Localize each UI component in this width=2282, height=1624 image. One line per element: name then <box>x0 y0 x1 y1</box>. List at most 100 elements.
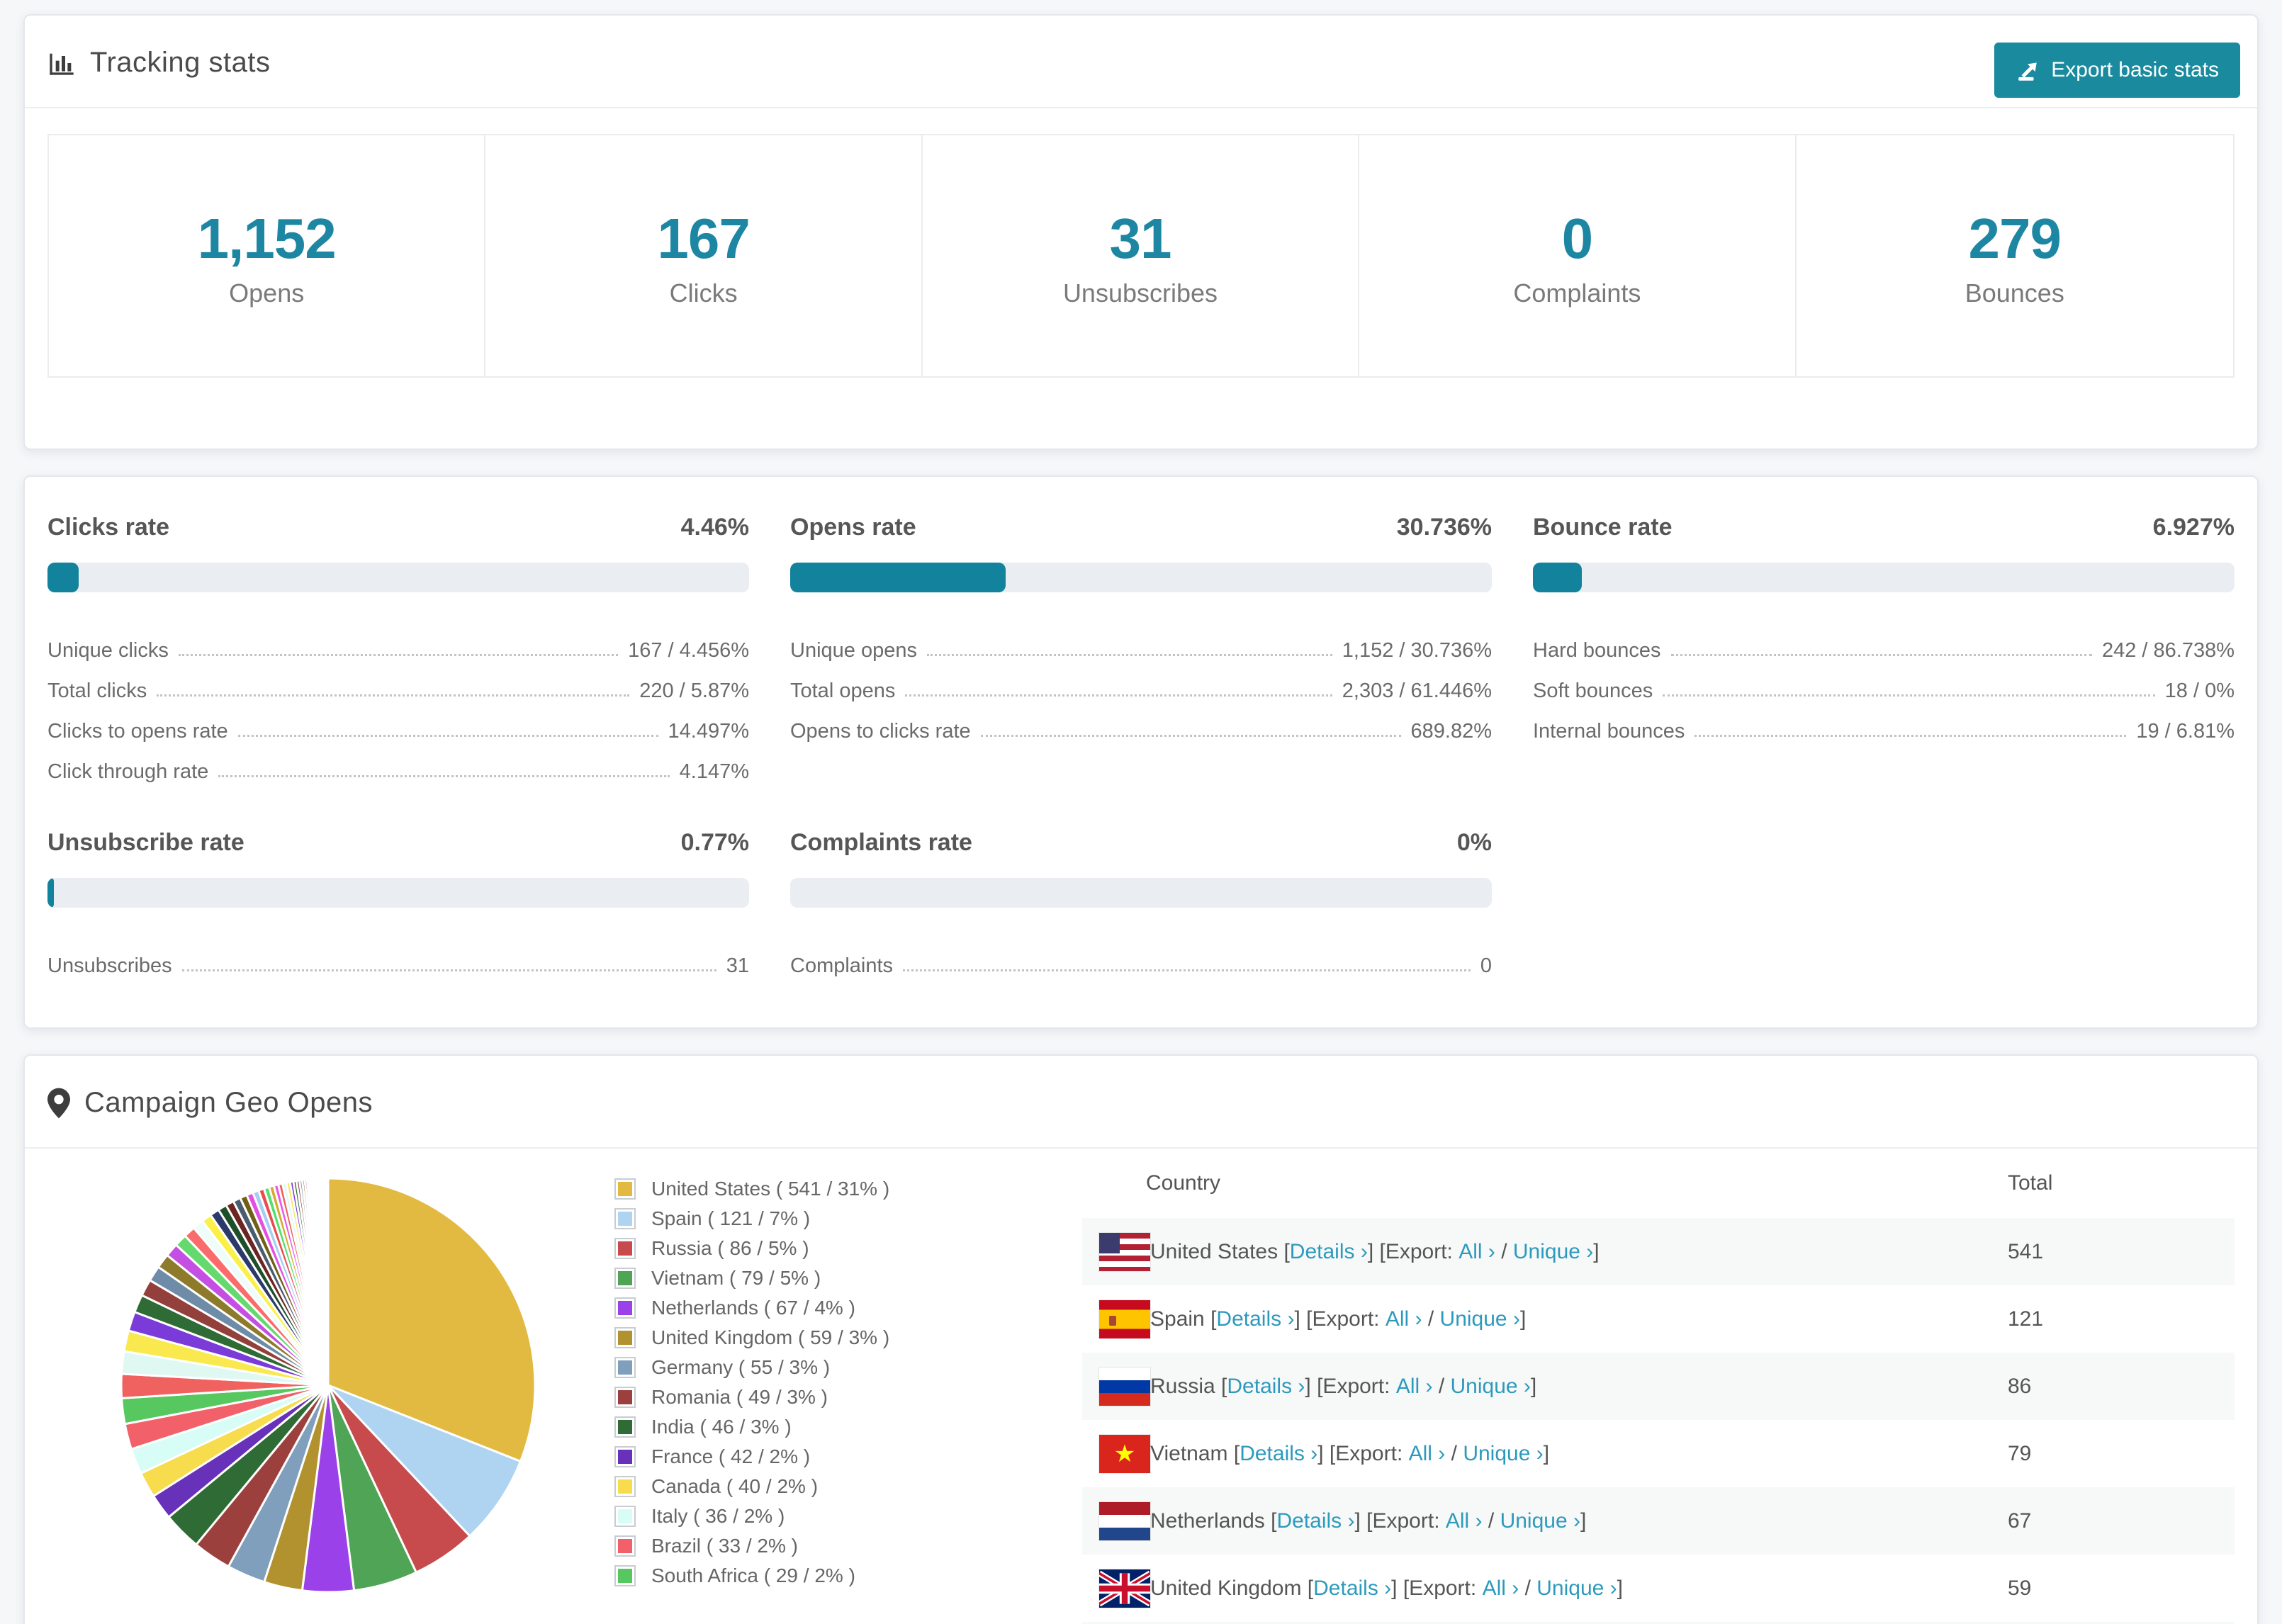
legend-label: India ( 46 / 3% ) <box>651 1416 792 1438</box>
export-prefix: [Export: <box>1329 1441 1409 1465</box>
export-unique-link[interactable]: Unique › <box>1463 1442 1543 1466</box>
stat-value: 167 <box>657 207 750 270</box>
legend-swatch <box>614 1476 636 1497</box>
export-all-link[interactable]: All › <box>1409 1442 1446 1466</box>
details-link[interactable]: Details › <box>1290 1240 1368 1264</box>
bracket: ] <box>1305 1374 1317 1398</box>
rate-head: Bounce rate 6.927% <box>1533 514 2235 541</box>
stat-value: 31 <box>1109 207 1172 270</box>
rate-row: Complaints 0 <box>790 937 1492 978</box>
rate-row: Internal bounces 19 / 6.81% <box>1533 703 2235 743</box>
geo-title: Campaign Geo Opens <box>84 1087 373 1118</box>
progress-track <box>790 563 1492 592</box>
rate-title: Clicks rate <box>47 514 169 541</box>
rate-row-value: 689.82% <box>1410 720 1493 743</box>
bracket: [ <box>1307 1576 1314 1600</box>
details-link[interactable]: Details › <box>1276 1509 1354 1533</box>
bracket: ] <box>1354 1509 1367 1533</box>
legend-swatch <box>614 1357 636 1378</box>
rate-title: Opens rate <box>790 514 916 541</box>
geo-table: Country Total United States [Details ›] … <box>1082 1149 2235 1624</box>
dotted-leader <box>181 969 716 971</box>
bracket: ] <box>1367 1239 1380 1263</box>
rate-head: Unsubscribe rate 0.77% <box>47 829 749 857</box>
pie-slice-other-48[interactable] <box>326 1177 330 1386</box>
column-header-country: Country <box>1146 1171 1221 1195</box>
country-cell: Netherlands [Details ›] [Export: All › /… <box>1082 1501 2008 1540</box>
export-unique-link[interactable]: Unique › <box>1500 1509 1580 1533</box>
rate-row: Click through rate 4.147% <box>47 743 749 784</box>
rate-title: Complaints rate <box>790 829 972 856</box>
export-unique-link[interactable]: Unique › <box>1536 1577 1617 1601</box>
details-link[interactable]: Details › <box>1313 1577 1391 1601</box>
spain-crest <box>1109 1315 1116 1326</box>
bracket: ] <box>1543 1441 1550 1465</box>
export-unique-link[interactable]: Unique › <box>1451 1375 1531 1399</box>
stat-label: Clicks <box>669 278 738 308</box>
legend-swatch-color <box>618 1182 632 1196</box>
country-name: Netherlands <box>1150 1509 1271 1533</box>
legend-swatch <box>614 1238 636 1259</box>
tracking-stats-card: Tracking stats Export basic stats 1,152 O… <box>23 14 2259 450</box>
stat-value: 279 <box>1968 207 2062 270</box>
rate-row-value: 19 / 6.81% <box>2136 720 2235 743</box>
country-name: Spain <box>1150 1307 1211 1331</box>
pie-svg <box>120 1177 536 1594</box>
flag-icon-vn: ★ <box>1099 1434 1150 1473</box>
geo-header: Campaign Geo Opens <box>25 1056 2257 1149</box>
country-cell: ★ Vietnam [Details ›] [Export: All › / Un… <box>1082 1434 2008 1473</box>
legend-label: Vietnam ( 79 / 5% ) <box>651 1267 821 1289</box>
rate-row-label: Soft bounces <box>1533 680 1653 702</box>
details-link[interactable]: Details › <box>1227 1375 1305 1399</box>
bracket: ] <box>1317 1441 1330 1465</box>
export-all-link[interactable]: All › <box>1386 1307 1422 1331</box>
legend-swatch-color <box>618 1390 632 1404</box>
export-all-link[interactable]: All › <box>1483 1577 1519 1601</box>
dotted-leader <box>905 694 1332 697</box>
geo-pie-chart <box>47 1149 586 1624</box>
stat-value: 0 <box>1561 207 1594 270</box>
table-row-us: United States [Details ›] [Export: All ›… <box>1082 1218 2235 1285</box>
rate-row: Unsubscribes 31 <box>47 937 749 978</box>
tracking-stats-header: Tracking stats Export basic stats <box>25 16 2257 108</box>
legend-swatch <box>614 1387 636 1408</box>
export-icon <box>2016 58 2040 82</box>
bracket: ] <box>1294 1307 1307 1331</box>
export-all-link[interactable]: All › <box>1446 1509 1483 1533</box>
rate-row-label: Opens to clicks rate <box>790 720 971 743</box>
progress-track <box>47 878 749 908</box>
stat-cell-bounces: 279 Bounces <box>1797 135 2233 376</box>
rate-row-value: 4.147% <box>679 760 749 783</box>
rate-row-value: 242 / 86.738% <box>2101 639 2235 662</box>
progress-track <box>790 878 1492 908</box>
rate-rows: Hard bounces 242 / 86.738% Soft bounces 18 … <box>1533 622 2235 743</box>
details-link[interactable]: Details › <box>1216 1307 1294 1331</box>
rate-block-clicks: Clicks rate 4.46% Unique clicks 167 / 4.456… <box>47 514 749 784</box>
rate-title: Unsubscribe rate <box>47 829 244 856</box>
export-all-link[interactable]: All › <box>1396 1375 1433 1399</box>
rate-row-value: 2,303 / 61.446% <box>1342 680 1492 702</box>
export-basic-stats-button[interactable]: Export basic stats <box>1994 43 2240 98</box>
export-all-link[interactable]: All › <box>1458 1240 1495 1264</box>
legend-label: Russia ( 86 / 5% ) <box>651 1237 809 1259</box>
rate-value: 4.46% <box>680 514 749 541</box>
legend-label: Netherlands ( 67 / 4% ) <box>651 1297 855 1319</box>
rate-row-label: Clicks to opens rate <box>47 720 228 743</box>
legend-swatch-color <box>618 1569 632 1583</box>
bracket: ] <box>1580 1509 1587 1533</box>
details-link[interactable]: Details › <box>1240 1442 1317 1466</box>
rate-row: Clicks to opens rate 14.497% <box>47 703 749 743</box>
rate-row: Total clicks 220 / 5.87% <box>47 662 749 703</box>
bracket: ] <box>1617 1576 1623 1600</box>
rate-value: 6.927% <box>2152 514 2235 541</box>
rate-row-label: Unique clicks <box>47 639 169 662</box>
export-prefix: [Export: <box>1403 1576 1483 1600</box>
legend-swatch <box>614 1446 636 1467</box>
geo-table-header: Country Total <box>1082 1149 2235 1218</box>
legend-swatch-color <box>618 1360 632 1375</box>
export-unique-link[interactable]: Unique › <box>1513 1240 1593 1264</box>
table-row-es: Spain [Details ›] [Export: All › / Uniqu… <box>1082 1285 2235 1353</box>
progress-track <box>1533 563 2235 592</box>
rate-block-unsubscribe: Unsubscribe rate 0.77% Unsubscribes 31 <box>47 829 749 978</box>
export-unique-link[interactable]: Unique › <box>1440 1307 1520 1331</box>
